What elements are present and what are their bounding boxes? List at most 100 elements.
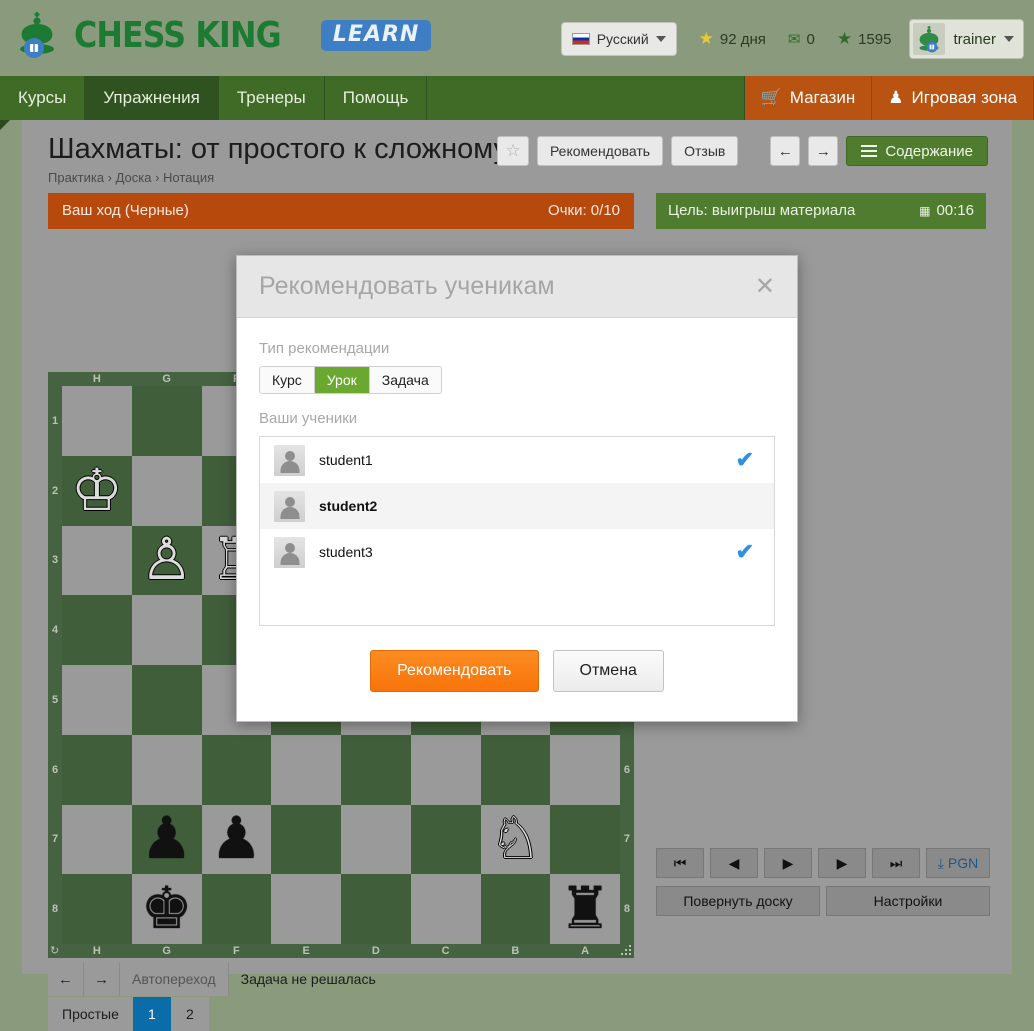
- chess-piece[interactable]: ♟: [210, 810, 262, 868]
- board-square-a8[interactable]: ♜A8: [550, 874, 620, 944]
- chess-piece[interactable]: ♟: [141, 810, 193, 868]
- play-button[interactable]: ▶: [764, 848, 812, 878]
- logo[interactable]: CHESS KING LEARN: [8, 6, 431, 64]
- board-option-buttons: Повернуть доску Настройки: [656, 886, 990, 916]
- close-icon[interactable]: ✕: [755, 275, 775, 299]
- last-move-button[interactable]: ⏭: [872, 848, 920, 878]
- board-square-e8[interactable]: E: [271, 874, 341, 944]
- recommend-button[interactable]: Рекомендовать: [537, 136, 663, 166]
- task-back-button[interactable]: ←: [48, 962, 84, 996]
- board-square-d7[interactable]: [341, 805, 411, 875]
- student-list[interactable]: student1✔student2student3✔: [259, 436, 775, 626]
- nav-item-shop[interactable]: 🛒 Магазин: [745, 76, 873, 120]
- page-button-2[interactable]: 2: [171, 997, 209, 1031]
- board-square-a6[interactable]: 6: [550, 735, 620, 805]
- board-square-h8[interactable]: H8: [62, 874, 132, 944]
- nav-item-trainers[interactable]: Тренеры: [219, 76, 325, 120]
- chess-piece[interactable]: ♜: [559, 880, 611, 938]
- favorite-star-button[interactable]: ☆: [497, 136, 529, 166]
- cancel-button[interactable]: Отмена: [553, 650, 664, 692]
- streak-stat[interactable]: ★ 92 дня: [699, 29, 766, 49]
- board-square-c7[interactable]: [411, 805, 481, 875]
- board-square-c6[interactable]: [411, 735, 481, 805]
- board-square-f8[interactable]: F: [202, 874, 272, 944]
- mail-count: 0: [807, 31, 815, 48]
- board-square-b8[interactable]: B: [481, 874, 551, 944]
- prev-move-button[interactable]: ◀: [710, 848, 758, 878]
- board-square-h5[interactable]: 5: [62, 665, 132, 735]
- board-square-g3[interactable]: ♙: [132, 526, 202, 596]
- flip-board-button[interactable]: Повернуть доску: [656, 886, 820, 916]
- confirm-recommend-button[interactable]: Рекомендовать: [370, 650, 538, 692]
- chess-piece[interactable]: ♔: [71, 462, 123, 520]
- board-square-b7[interactable]: ♘: [481, 805, 551, 875]
- next-move-button[interactable]: ▶: [818, 848, 866, 878]
- nav-item-help[interactable]: Помощь: [325, 76, 428, 120]
- board-file-label: C: [442, 945, 450, 957]
- download-icon: ⤓: [938, 855, 944, 872]
- board-square-h2[interactable]: ♔2: [62, 456, 132, 526]
- chess-piece[interactable]: ♙: [141, 531, 193, 589]
- chess-piece[interactable]: ♚: [141, 880, 193, 938]
- board-square-g7[interactable]: ♟: [132, 805, 202, 875]
- list-item[interactable]: student3✔: [260, 529, 774, 575]
- board-square-h7[interactable]: 7: [62, 805, 132, 875]
- task-forward-button[interactable]: →: [84, 962, 120, 996]
- chess-piece[interactable]: ♘: [489, 810, 541, 868]
- navigation-row: ← → Автопереход Задача не решалась: [48, 962, 990, 996]
- board-square-e7[interactable]: [271, 805, 341, 875]
- status-bars: Ваш ход (Черные) Очки: 0/10 Цель: выигры…: [22, 185, 1012, 229]
- nav-spacer: [427, 76, 744, 120]
- board-square-h4[interactable]: 4: [62, 595, 132, 665]
- nav-item-courses[interactable]: Курсы: [0, 76, 85, 120]
- board-square-g2[interactable]: [132, 456, 202, 526]
- modal-header: Рекомендовать ученикам ✕: [237, 256, 797, 318]
- resize-handle-icon[interactable]: [621, 945, 632, 956]
- board-square-g4[interactable]: [132, 595, 202, 665]
- board-square-d8[interactable]: D: [341, 874, 411, 944]
- language-label: Русский: [597, 31, 649, 47]
- board-square-a7[interactable]: 7: [550, 805, 620, 875]
- board-square-f6[interactable]: [202, 735, 272, 805]
- list-item[interactable]: student2: [260, 483, 774, 529]
- user-menu[interactable]: trainer: [909, 19, 1024, 59]
- auto-advance-label[interactable]: Автопереход: [120, 962, 229, 996]
- star-green-icon: ★: [837, 29, 852, 49]
- student-name: student1: [319, 452, 736, 468]
- nav-item-play-zone[interactable]: ♟ Игровая зона: [872, 76, 1034, 120]
- board-square-h3[interactable]: 3: [62, 526, 132, 596]
- board-square-d6[interactable]: [341, 735, 411, 805]
- board-square-h1[interactable]: H1: [62, 386, 132, 456]
- language-selector[interactable]: Русский: [561, 22, 677, 56]
- title-actions: ☆ Рекомендовать Отзыв ← → Содержание: [497, 136, 988, 166]
- settings-button[interactable]: Настройки: [826, 886, 990, 916]
- next-lesson-button[interactable]: →: [808, 136, 838, 166]
- mail-stat[interactable]: ✉ 0: [788, 30, 815, 48]
- contents-button[interactable]: Содержание: [846, 136, 988, 166]
- download-pgn-button[interactable]: ⤓ PGN: [926, 848, 990, 878]
- list-item[interactable]: student1✔: [260, 437, 774, 483]
- nav-item-exercises[interactable]: Упражнения: [85, 76, 218, 120]
- board-square-g6[interactable]: [132, 735, 202, 805]
- board-square-f7[interactable]: ♟: [202, 805, 272, 875]
- board-square-b6[interactable]: [481, 735, 551, 805]
- board-square-g1[interactable]: G: [132, 386, 202, 456]
- board-file-label: D: [372, 945, 380, 957]
- prev-lesson-button[interactable]: ←: [770, 136, 800, 166]
- type-option-task[interactable]: Задача: [370, 367, 441, 393]
- board-square-g5[interactable]: [132, 665, 202, 735]
- type-option-lesson[interactable]: Урок: [315, 367, 370, 393]
- pgn-label: PGN: [948, 855, 978, 871]
- board-square-h6[interactable]: 6: [62, 735, 132, 805]
- type-option-course[interactable]: Курс: [260, 367, 315, 393]
- page-button-1[interactable]: 1: [133, 997, 171, 1031]
- board-square-e6[interactable]: [271, 735, 341, 805]
- board-file-label: E: [302, 945, 309, 957]
- rotate-board-corner-icon[interactable]: ↻: [50, 944, 59, 957]
- board-square-g8[interactable]: ♚G: [132, 874, 202, 944]
- review-button[interactable]: Отзыв: [671, 136, 738, 166]
- goal-status-bar: Цель: выигрыш материала ▦ 00:16: [656, 193, 986, 229]
- rating-stat[interactable]: ★ 1595: [837, 29, 892, 49]
- first-move-button[interactable]: ⏮: [656, 848, 704, 878]
- board-square-c8[interactable]: C: [411, 874, 481, 944]
